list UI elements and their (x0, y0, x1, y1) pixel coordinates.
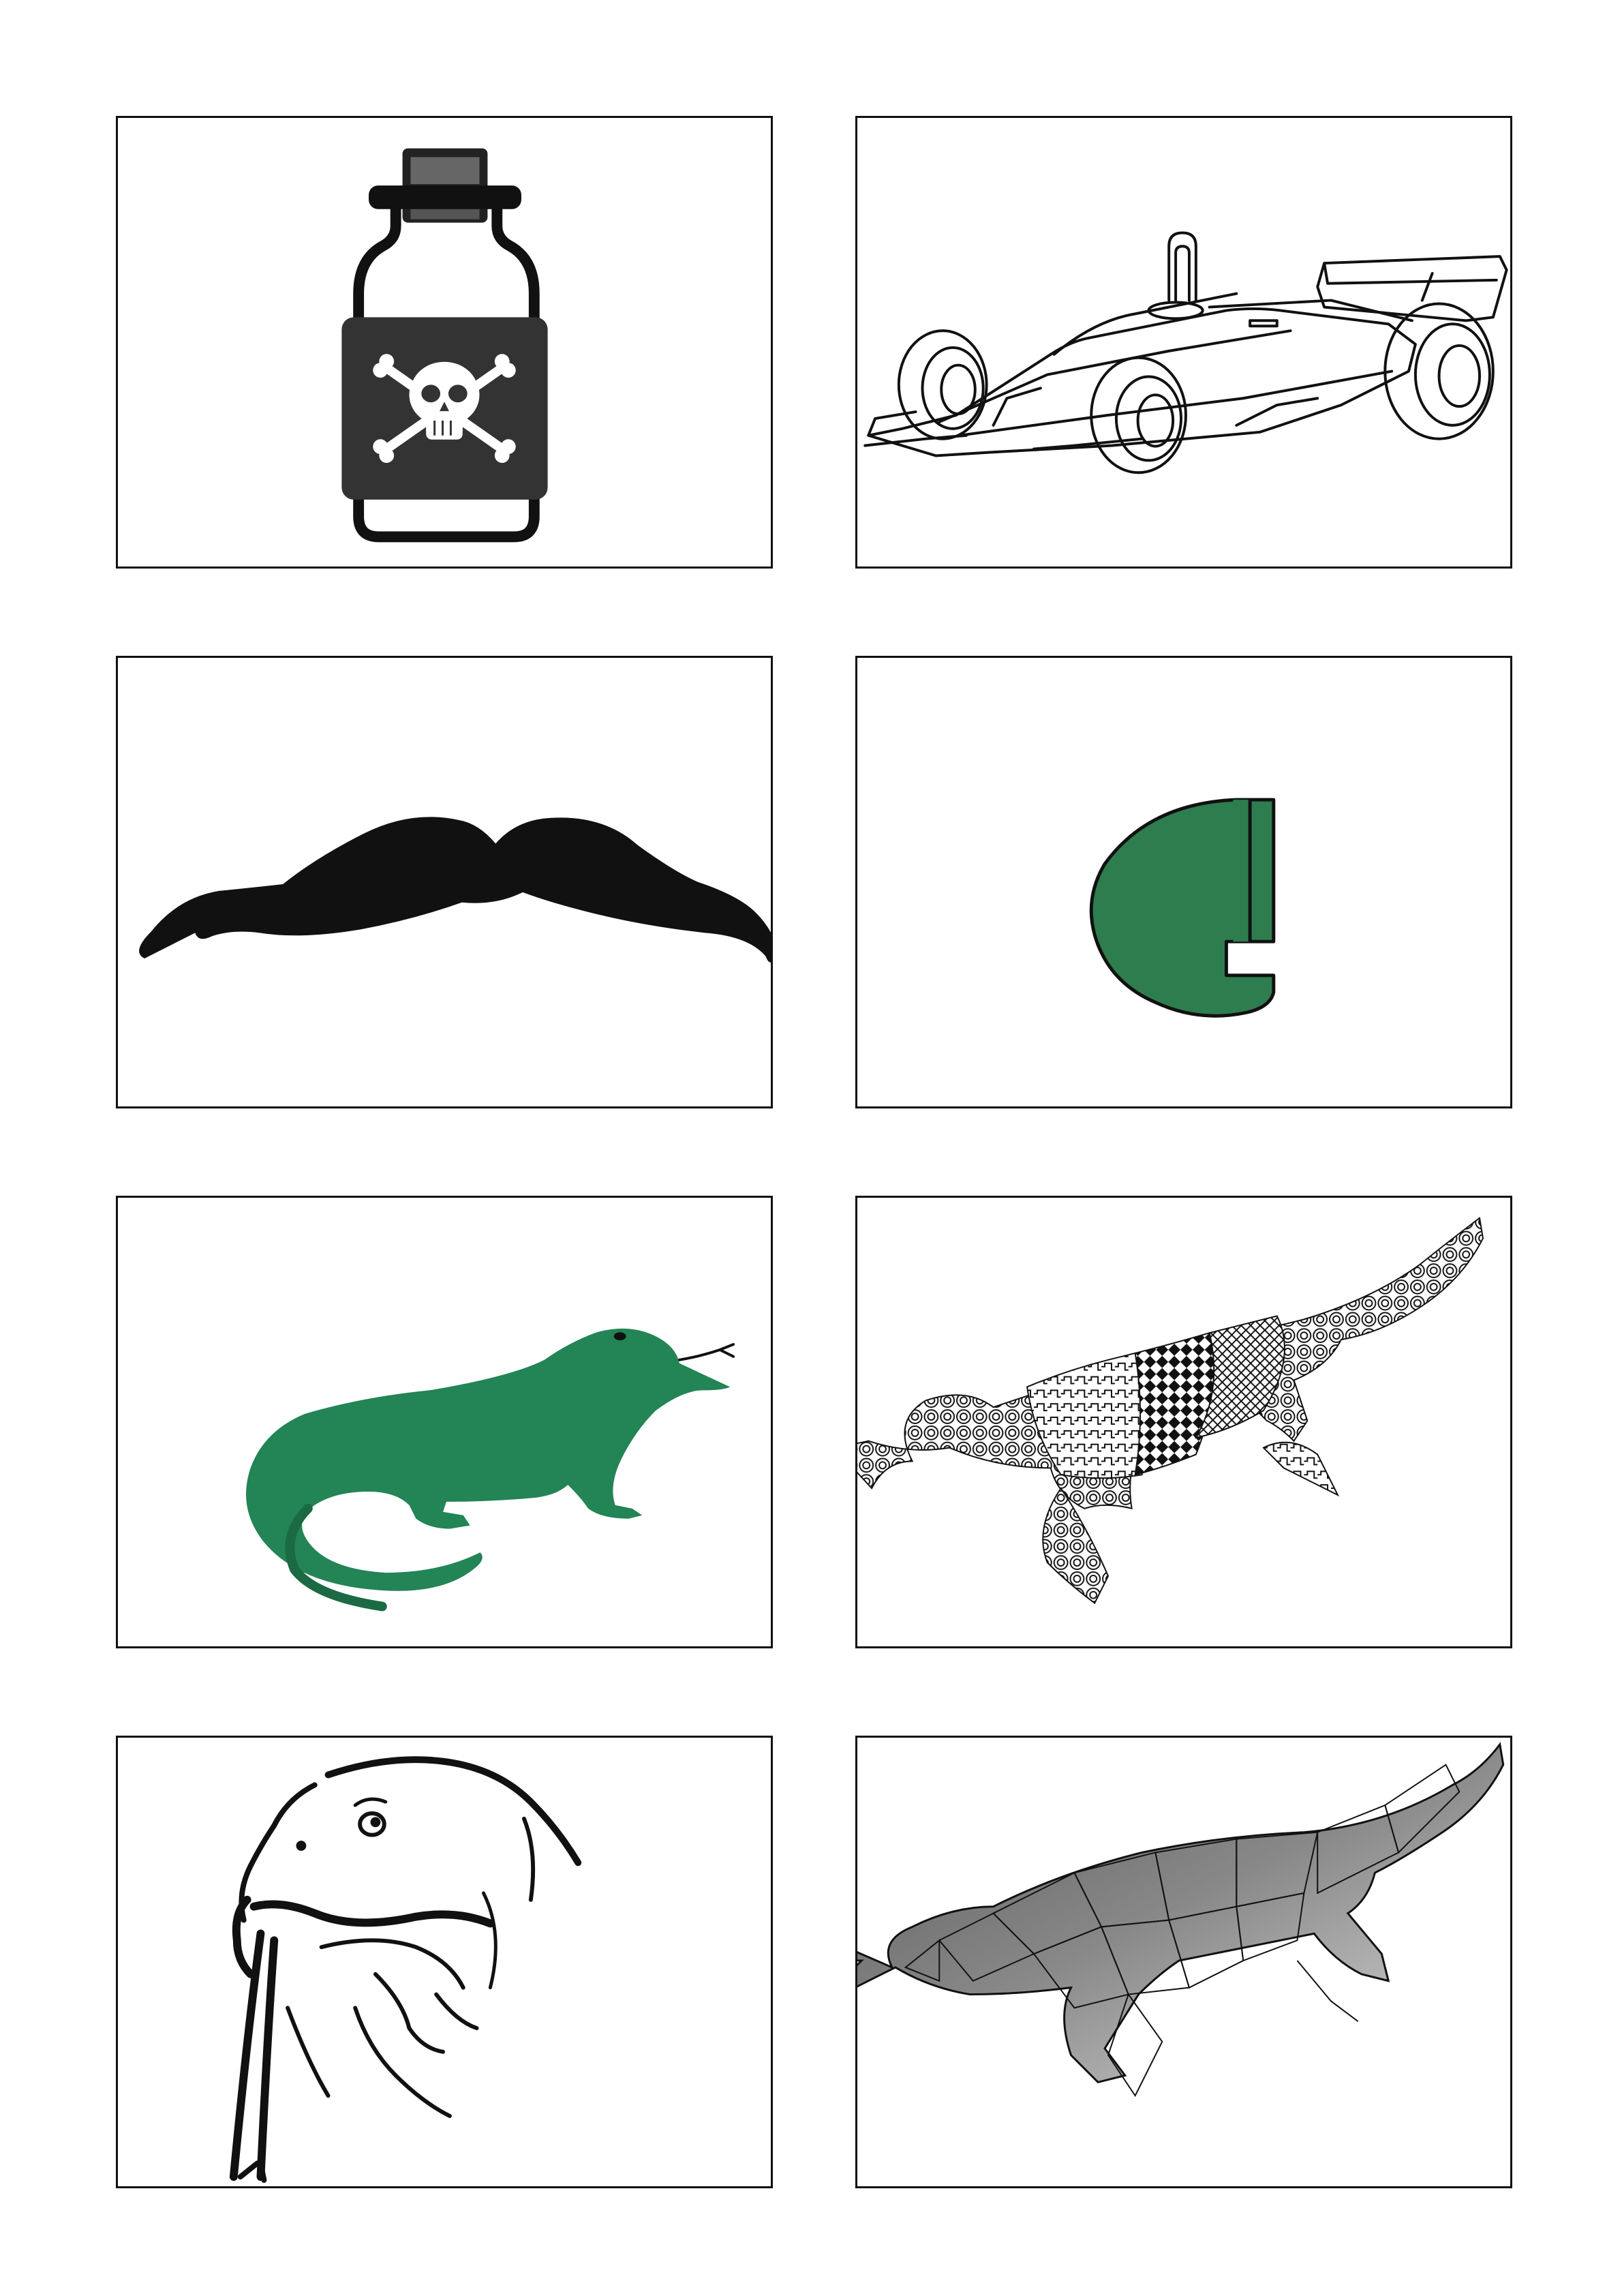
letter-g-fragment-icon (1089, 798, 1276, 1018)
lizard-head-sketch-icon (229, 1756, 582, 2184)
poison-bottle-icon (341, 148, 548, 543)
card-green-lizard (116, 1196, 773, 1648)
patterned-lizard-icon (857, 1216, 1484, 1605)
card-poison-bottle (116, 116, 773, 569)
card-polygon-lizard (855, 1736, 1512, 2188)
race-car-icon (863, 231, 1508, 474)
card-mustache (116, 656, 773, 1108)
green-lizard-icon (245, 1328, 735, 1612)
card-race-car (855, 116, 1512, 569)
card-letter-fragment (855, 656, 1512, 1108)
polygon-lizard-icon (857, 1742, 1505, 2098)
card-patterned-lizard (855, 1196, 1512, 1648)
mustache-icon (139, 817, 771, 963)
card-lizard-head-sketch (116, 1736, 773, 2188)
